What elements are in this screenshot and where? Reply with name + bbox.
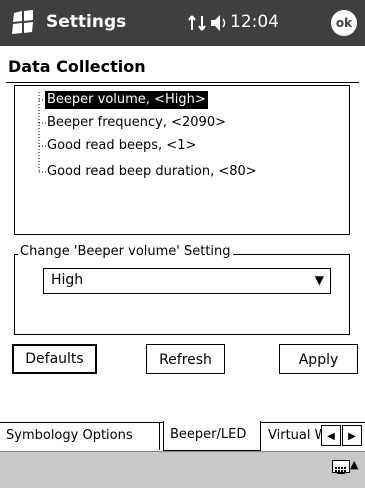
tab-symbology-options[interactable]: Symbology Options [0, 422, 160, 450]
window-title: Settings [46, 12, 127, 32]
tab-scroll-left-icon[interactable]: ◀ [321, 425, 341, 446]
beeper-volume-dropdown[interactable]: High ▼ [43, 268, 331, 294]
tab-virtual-wedge[interactable]: Virtual W [262, 422, 322, 450]
setting-group-label: Change 'Beeper volume' Setting [18, 244, 233, 259]
input-panel-arrow-icon[interactable]: ▲ [350, 458, 358, 471]
chevron-down-icon[interactable]: ▼ [315, 273, 324, 287]
tab-label: Virtual W [268, 428, 322, 443]
keyboard-icon[interactable] [332, 460, 350, 474]
divider [6, 82, 359, 83]
apply-button-label: Apply [298, 352, 339, 368]
clock[interactable]: 12:04 [230, 12, 279, 32]
volume-icon[interactable] [209, 14, 229, 32]
defaults-button[interactable]: Defaults [12, 344, 97, 374]
tab-scroll-right-icon[interactable]: ▶ [342, 425, 362, 446]
refresh-button-label: Refresh [159, 352, 212, 368]
setting-groupbox [14, 254, 350, 335]
tree-item-beeper-frequency[interactable]: Beeper frequency, <2090> [47, 114, 226, 132]
tab-label: Beeper/LED [170, 427, 247, 442]
defaults-button-label: Defaults [25, 351, 84, 367]
connectivity-icon[interactable] [188, 13, 208, 33]
apply-button[interactable]: Apply [279, 344, 358, 374]
tree-item-good-read-beeps[interactable]: Good read beeps, <1> [47, 137, 196, 155]
tree-item-good-read-beep-duration[interactable]: Good read beep duration, <80> [47, 163, 257, 181]
page-title: Data Collection [8, 57, 146, 76]
start-menu-icon[interactable] [8, 9, 38, 37]
ok-button[interactable]: ok [331, 10, 357, 36]
settings-tree[interactable]: Beeper volume, <High> Beeper frequency, … [14, 85, 350, 235]
refresh-button[interactable]: Refresh [146, 344, 225, 374]
tab-label: Symbology Options [6, 428, 133, 443]
menu-bar [0, 451, 365, 488]
dropdown-value: High [51, 272, 84, 288]
tab-beeper-led[interactable]: Beeper/LED [163, 421, 261, 451]
tree-item-beeper-volume[interactable]: Beeper volume, <High> [45, 91, 208, 109]
